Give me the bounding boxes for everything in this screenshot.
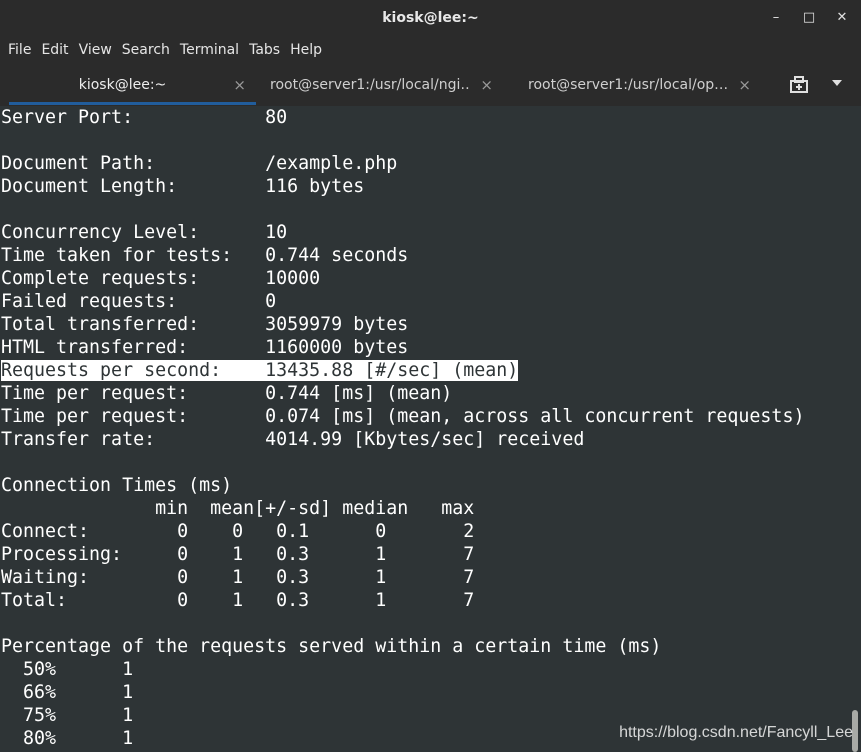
menu-file[interactable]: File (3, 36, 36, 64)
terminal-line: Complete requests: 10000 (1, 267, 849, 290)
terminal-line: Connect: 0 0 0.1 0 2 (1, 520, 849, 543)
tab-close-button[interactable]: × (233, 64, 246, 106)
terminal-line: Failed requests: 0 (1, 290, 849, 313)
line-text: 75% 1 (1, 705, 134, 726)
line-text: Document Path: /example.php (1, 153, 398, 174)
terminal-line: Time taken for tests: 0.744 seconds (1, 244, 849, 267)
terminal-line: Document Path: /example.php (1, 152, 849, 175)
menu-tabs[interactable]: Tabs (244, 36, 285, 64)
title-bar[interactable]: kiosk@lee:~ – □ ✕ (0, 0, 861, 36)
close-window-button[interactable]: ✕ (833, 9, 851, 27)
line-text: Percentage of the requests served within… (1, 636, 662, 657)
line-text: Connection Times (ms) (1, 475, 233, 496)
terminal-line: Server Port: 80 (1, 106, 849, 129)
line-text: Waiting: 0 1 0.3 1 7 (1, 567, 475, 588)
terminal-line: HTML transferred: 1160000 bytes (1, 336, 849, 359)
terminal-output[interactable]: Server Port: 80 Document Path: /example.p… (0, 106, 849, 752)
tab-bar: kiosk@lee:~ × root@server1:/usr/local/ng… (0, 64, 861, 106)
menu-bar: File Edit View Search Terminal Tabs Help (0, 36, 861, 64)
tab-server1-openresty[interactable]: root@server1:/usr/local/op… × (514, 64, 761, 106)
menu-terminal[interactable]: Terminal (175, 36, 244, 64)
tab-menu-chevron-down-icon[interactable] (832, 80, 842, 86)
tab-close-button[interactable]: × (738, 64, 751, 106)
terminal-line: Connection Times (ms) (1, 474, 849, 497)
terminal-line: 66% 1 (1, 681, 849, 704)
terminal-line: Time per request: 0.074 [ms] (mean, acro… (1, 405, 849, 428)
line-text: Document Length: 116 bytes (1, 176, 365, 197)
terminal-line: Total transferred: 3059979 bytes (1, 313, 849, 336)
line-text: Complete requests: 10000 (1, 268, 321, 289)
menu-help[interactable]: Help (285, 36, 327, 64)
terminal-line: Document Length: 116 bytes (1, 175, 849, 198)
terminal-scrollbar[interactable] (849, 106, 861, 752)
line-text: Time per request: 0.074 [ms] (mean, acro… (1, 406, 805, 427)
terminal-line: 50% 1 (1, 658, 849, 681)
line-text: Concurrency Level: 10 (1, 222, 288, 243)
line-text: Connect: 0 0 0.1 0 2 (1, 521, 475, 542)
tab-label: root@server1:/usr/local/op… (528, 77, 727, 93)
terminal-line: Processing: 0 1 0.3 1 7 (1, 543, 849, 566)
tab-label: root@server1:/usr/local/ngi… (270, 77, 469, 93)
terminal-line: Waiting: 0 1 0.3 1 7 (1, 566, 849, 589)
line-text: Processing: 0 1 0.3 1 7 (1, 544, 475, 565)
terminal-text: Server Port: 80 Document Path: /example.p… (0, 106, 849, 750)
terminal-line: Time per request: 0.744 [ms] (mean) (1, 382, 849, 405)
line-text: 50% 1 (1, 659, 134, 680)
line-text: Server Port: 80 (1, 107, 288, 128)
tab-kiosk-lee[interactable]: kiosk@lee:~ × (9, 64, 256, 106)
menu-search[interactable]: Search (117, 36, 175, 64)
menu-edit[interactable]: Edit (36, 36, 73, 64)
maximize-button[interactable]: □ (800, 9, 818, 27)
terminal-line: Percentage of the requests served within… (1, 635, 849, 658)
line-text: HTML transferred: 1160000 bytes (1, 337, 409, 358)
tab-label: kiosk@lee:~ (78, 77, 167, 93)
minimize-button[interactable]: – (767, 9, 785, 27)
window-title: kiosk@lee:~ (382, 10, 479, 26)
terminal-line: Total: 0 1 0.3 1 7 (1, 589, 849, 612)
terminal-line: min mean[+/-sd] median max (1, 497, 849, 520)
selected-text: Requests per second: 13435.88 [#/sec] (m… (1, 360, 519, 381)
line-text: 66% 1 (1, 682, 134, 703)
line-text: min mean[+/-sd] median max (1, 498, 475, 519)
line-text: Total transferred: 3059979 bytes (1, 314, 409, 335)
terminal-window: kiosk@lee:~ – □ ✕ File Edit View Search … (0, 0, 861, 752)
tab-close-button[interactable]: × (480, 64, 493, 106)
menu-view[interactable]: View (74, 36, 117, 64)
line-text: Time taken for tests: 0.744 seconds (1, 245, 409, 266)
line-text: Time per request: 0.744 [ms] (mean) (1, 383, 453, 404)
watermark: https://blog.csdn.net/Fancyll_Lee (619, 724, 853, 741)
line-text: Failed requests: 0 (1, 291, 277, 312)
terminal-line: Transfer rate: 4014.99 [Kbytes/sec] rece… (1, 428, 849, 451)
line-text: Total: 0 1 0.3 1 7 (1, 590, 475, 611)
tab-server1-nginx[interactable]: root@server1:/usr/local/ngi… × (256, 64, 503, 106)
line-text: 80% 1 (1, 728, 134, 749)
line-text: Transfer rate: 4014.99 [Kbytes/sec] rece… (1, 429, 585, 450)
terminal-line: Concurrency Level: 10 (1, 221, 849, 244)
active-tab-indicator (9, 102, 256, 105)
terminal-line: Requests per second: 13435.88 [#/sec] (m… (1, 359, 849, 382)
new-tab-icon[interactable] (788, 76, 810, 94)
